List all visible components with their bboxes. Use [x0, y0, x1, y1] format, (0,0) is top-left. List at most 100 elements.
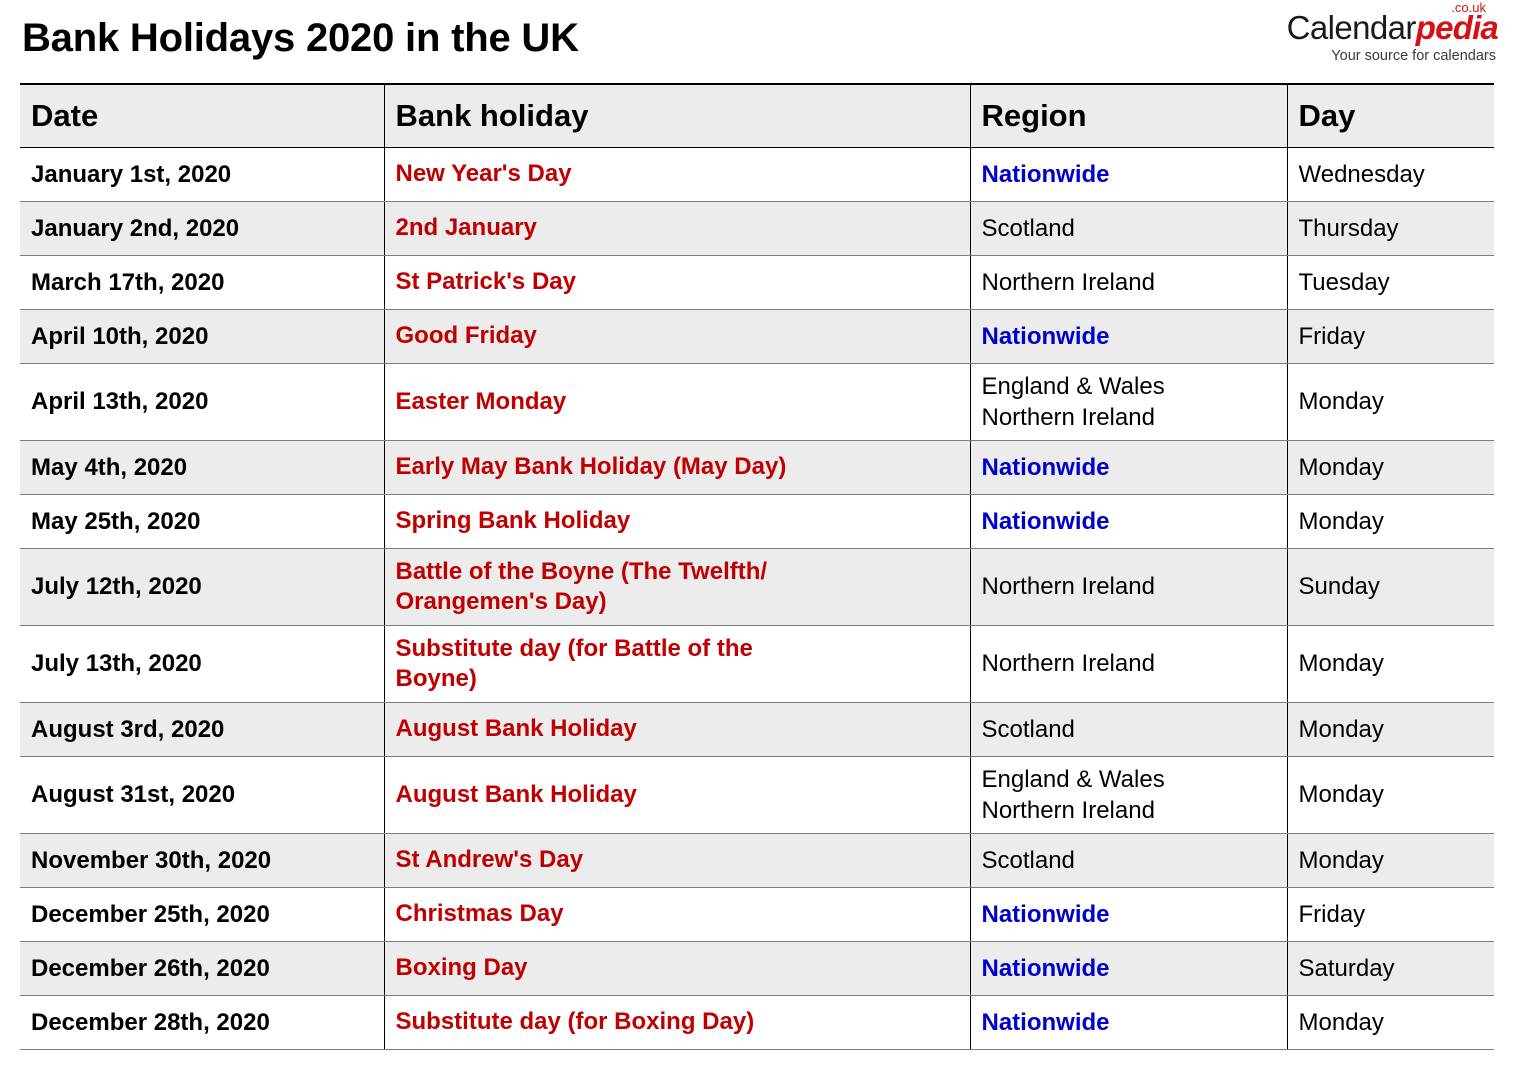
- cell-date: May 4th, 2020: [20, 440, 385, 495]
- holiday-line-1: Early May Bank Holiday (May Day): [395, 453, 787, 480]
- table-body: January 1st, 2020 New Year's Day Nationwid…: [20, 147, 1494, 1050]
- table-row: December 26th, 2020 Boxing Day Nationwide S…: [20, 941, 1494, 996]
- cell-day: Monday: [1287, 702, 1494, 757]
- holiday-line-1: Good Friday: [395, 322, 537, 349]
- page-header: Bank Holidays 2020 in the UK Calendarped…: [0, 0, 1514, 80]
- cell-date: January 2nd, 2020: [20, 201, 385, 256]
- table-row: November 30th, 2020 St Andrew's Day Scotla…: [20, 833, 1494, 888]
- region-line-1: Nationwide: [981, 453, 1110, 481]
- logo-wordmark: Calendarpedia .co.uk: [1266, 1, 1499, 46]
- table-row: April 10th, 2020 Good Friday Nationwide Fri…: [20, 309, 1494, 364]
- cell-bank-holiday: St Andrew's Day: [384, 833, 971, 888]
- cell-date: April 13th, 2020: [20, 363, 385, 441]
- cell-bank-holiday: Early May Bank Holiday (May Day): [384, 440, 971, 495]
- holiday-line-1: Substitute day (for Battle of the: [395, 634, 753, 662]
- holiday-line-1: Boxing Day: [395, 954, 528, 981]
- region-line-1: Scotland: [981, 846, 1075, 874]
- cell-region: Nationwide: [970, 309, 1288, 364]
- cell-day: Monday: [1287, 756, 1494, 834]
- cell-date: December 25th, 2020: [20, 887, 385, 942]
- cell-day: Monday: [1287, 625, 1494, 703]
- cell-date: August 3rd, 2020: [20, 702, 385, 757]
- cell-bank-holiday: Battle of the Boyne (The Twelfth/Orangem…: [384, 548, 971, 626]
- cell-region: Nationwide: [970, 887, 1288, 942]
- column-header-region[interactable]: Region: [970, 84, 1288, 148]
- table-row: April 13th, 2020 Easter Monday England & W…: [20, 363, 1494, 441]
- cell-region: Northern Ireland: [970, 548, 1288, 626]
- table-row: December 28th, 2020 Substitute day (for B…: [20, 995, 1494, 1050]
- holiday-line-1: St Patrick's Day: [395, 268, 576, 295]
- cell-date: November 30th, 2020: [20, 833, 385, 888]
- region-line-1: Northern Ireland: [981, 650, 1155, 677]
- holidays-table-container: Date Bank holiday Region Day January 1st…: [20, 83, 1494, 1050]
- cell-region: England & Wales Northern Ireland: [970, 756, 1288, 834]
- region-line-1: England & Wales: [981, 765, 1165, 793]
- cell-day: Saturday: [1287, 941, 1494, 996]
- holiday-line-1: St Andrew's Day: [395, 846, 584, 873]
- region-line-2: Northern Ireland: [981, 796, 1155, 824]
- cell-date: December 28th, 2020: [20, 995, 385, 1050]
- cell-day: Tuesday: [1287, 255, 1494, 310]
- cell-date: July 13th, 2020: [20, 625, 385, 703]
- cell-region: Nationwide: [970, 147, 1288, 202]
- cell-bank-holiday: 2nd January: [384, 201, 971, 256]
- table-row: January 2nd, 2020 2nd January Scotland Thur…: [20, 201, 1494, 256]
- cell-day: Monday: [1287, 833, 1494, 888]
- bank-holidays-page: Bank Holidays 2020 in the UK Calendarped…: [0, 0, 1514, 1080]
- holiday-line-1: Christmas Day: [395, 900, 564, 927]
- holiday-line-1: Battle of the Boyne (The Twelfth/: [395, 557, 768, 585]
- table-header: Date Bank holiday Region Day: [20, 84, 1494, 148]
- holiday-line-1: August Bank Holiday: [395, 780, 637, 808]
- cell-day: Monday: [1287, 363, 1494, 441]
- cell-day: Friday: [1287, 887, 1494, 942]
- region-line-2: Northern Ireland: [981, 403, 1155, 431]
- cell-bank-holiday: St Patrick's Day: [384, 255, 971, 310]
- cell-region: Nationwide: [970, 440, 1288, 495]
- column-header-holiday[interactable]: Bank holiday: [384, 84, 971, 148]
- logo-tagline: Your source for calendars: [1331, 48, 1496, 64]
- region-line-1: Northern Ireland: [981, 573, 1155, 600]
- cell-region: Scotland: [970, 201, 1288, 256]
- table-row: January 1st, 2020 New Year's Day Nationwid…: [20, 147, 1494, 202]
- cell-day: Monday: [1287, 494, 1494, 549]
- holiday-line-1: 2nd January: [395, 214, 537, 241]
- holiday-line-1: Easter Monday: [395, 387, 567, 415]
- holiday-line-1: New Year's Day: [395, 160, 572, 187]
- table-row: August 31st, 2020 August Bank Holiday Engl…: [20, 756, 1494, 834]
- region-line-1: England & Wales: [981, 372, 1165, 400]
- cell-bank-holiday: Good Friday: [384, 309, 971, 364]
- region-line-1: Scotland: [981, 715, 1075, 743]
- holiday-line-1: Spring Bank Holiday: [395, 507, 631, 534]
- cell-bank-holiday: Spring Bank Holiday: [384, 494, 971, 549]
- region-line-1: Nationwide: [981, 507, 1110, 535]
- cell-region: Scotland: [970, 702, 1288, 757]
- table-row: March 17th, 2020 St Patrick's Day Northern…: [20, 255, 1494, 310]
- holiday-line-1: Substitute day (for Boxing Day): [395, 1008, 755, 1035]
- cell-bank-holiday: August Bank Holiday: [384, 702, 971, 757]
- cell-date: May 25th, 2020: [20, 494, 385, 549]
- cell-region: Nationwide: [970, 995, 1288, 1050]
- cell-date: January 1st, 2020: [20, 147, 385, 202]
- region-line-1: Nationwide: [981, 1008, 1110, 1036]
- column-header-day[interactable]: Day: [1287, 84, 1494, 148]
- logo-text-calendar: Calendar: [1286, 9, 1417, 46]
- cell-region: Nationwide: [970, 494, 1288, 549]
- cell-bank-holiday: August Bank Holiday: [384, 756, 971, 834]
- cell-date: March 17th, 2020: [20, 255, 385, 310]
- cell-day: Monday: [1287, 440, 1494, 495]
- column-header-date[interactable]: Date: [20, 84, 385, 148]
- table-row: May 25th, 2020 Spring Bank Holiday Nationw…: [20, 494, 1494, 549]
- table-row: December 25th, 2020 Christmas Day Nationwi…: [20, 887, 1494, 942]
- cell-bank-holiday: New Year's Day: [384, 147, 971, 202]
- cell-bank-holiday: Substitute day (for Boxing Day): [384, 995, 971, 1050]
- holiday-line-2: Orangemen's Day): [395, 587, 607, 615]
- cell-region: Northern Ireland: [970, 255, 1288, 310]
- cell-region: Northern Ireland: [970, 625, 1288, 703]
- cell-region: Scotland: [970, 833, 1288, 888]
- cell-day: Wednesday: [1287, 147, 1494, 202]
- table-row: August 3rd, 2020 August Bank Holiday Scotl…: [20, 702, 1494, 757]
- region-line-1: Nationwide: [981, 322, 1110, 350]
- cell-date: August 31st, 2020: [20, 756, 385, 834]
- calendarpedia-logo[interactable]: Calendarpedia .co.uk Your source for cal…: [1266, 1, 1499, 65]
- table-row: July 12th, 2020 Battle of the Boyne (The …: [20, 548, 1494, 626]
